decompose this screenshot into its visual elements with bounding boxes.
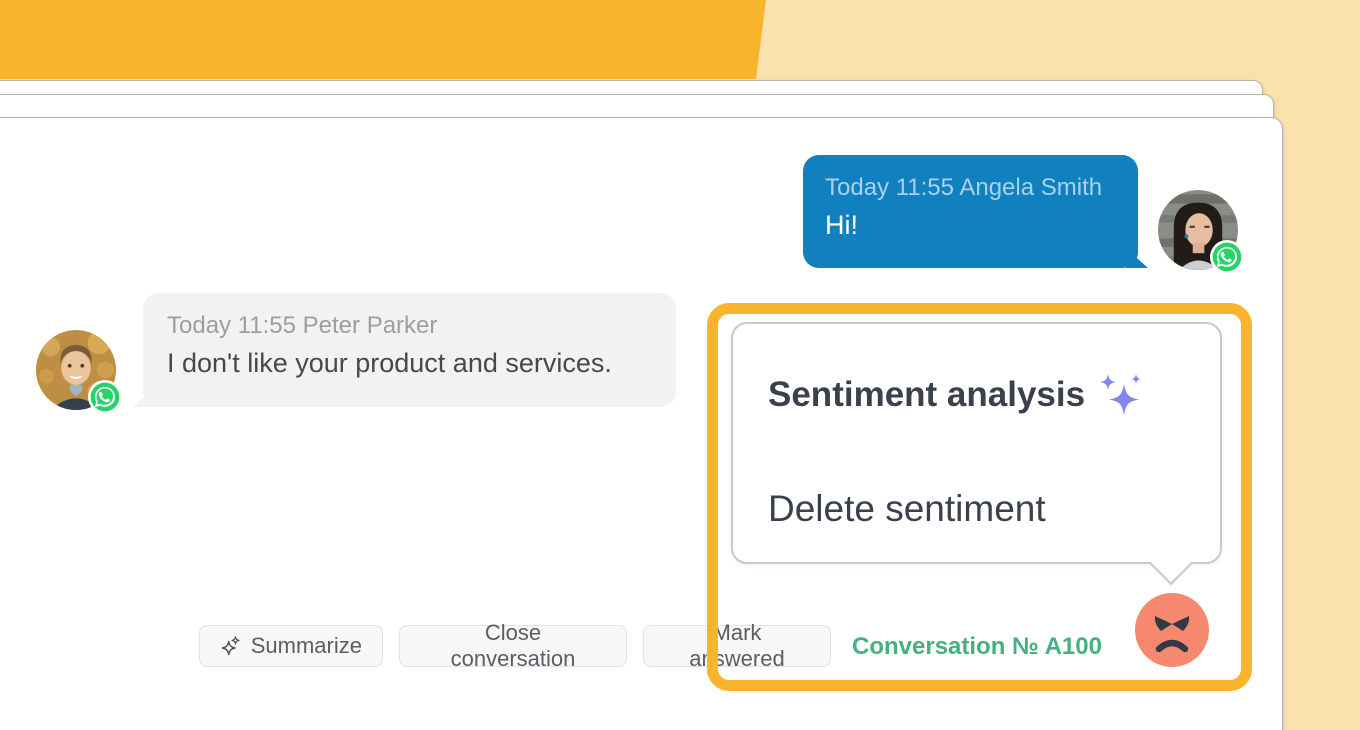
visitor-message-text: I don't like your product and services.: [167, 348, 612, 379]
decorative-orange-band: [0, 0, 766, 79]
agent-message-bubble: Today 11:55 Angela Smith Hi!: [803, 155, 1148, 268]
summarize-button[interactable]: Summarize: [199, 625, 383, 667]
app-window: Today 11:55 Angela Smith Hi! Today 11:55…: [0, 0, 1360, 730]
sparkles-icon: [1100, 374, 1142, 415]
sentiment-popup-title: Sentiment analysis: [768, 375, 1086, 414]
close-conversation-button[interactable]: Close conversation: [399, 620, 627, 671]
conversation-number-badge: Conversation № A100: [852, 633, 1102, 660]
sentiment-popup-title-row: Sentiment analysis: [768, 372, 1143, 418]
sparkles-outline-icon: [221, 635, 240, 655]
summarize-button-label: Summarize: [250, 633, 362, 658]
agent-message-meta: Today 11:55 Angela Smith: [825, 174, 1103, 201]
whatsapp-icon: [88, 380, 122, 414]
agent-avatar: [1158, 190, 1244, 274]
mark-answered-label: Mark answered: [689, 620, 785, 671]
mark-answered-button[interactable]: Mark answered: [643, 620, 831, 671]
visitor-message-bubble: Today 11:55 Peter Parker I don't like yo…: [133, 293, 676, 407]
angry-face-icon[interactable]: [1134, 592, 1210, 668]
close-conversation-label: Close conversation: [450, 620, 576, 671]
agent-message-text: Hi!: [825, 210, 858, 241]
delete-sentiment-menu-item[interactable]: Delete sentiment: [768, 488, 1046, 530]
visitor-avatar: [36, 330, 122, 414]
whatsapp-icon: [1210, 240, 1244, 274]
visitor-message-meta: Today 11:55 Peter Parker: [167, 312, 438, 339]
